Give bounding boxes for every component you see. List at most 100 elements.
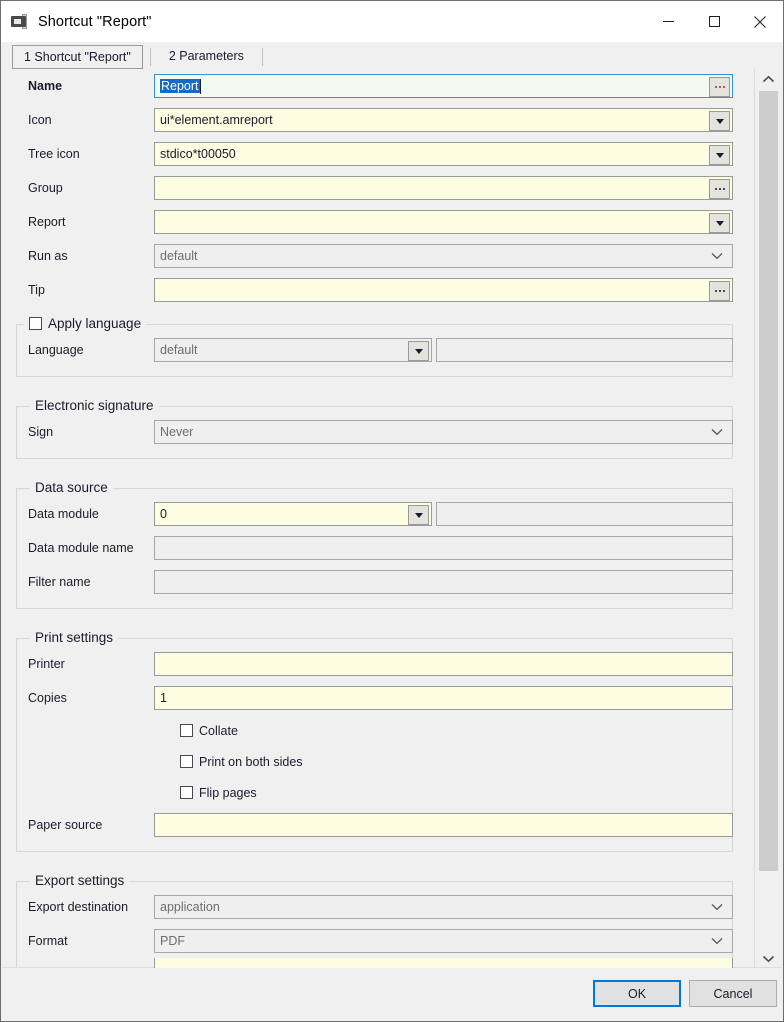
language-extra-input[interactable] <box>436 338 733 362</box>
vertical-scrollbar[interactable] <box>754 69 782 968</box>
field-row-tree-icon: Tree icon stdico*t00050 <box>2 137 755 171</box>
data-module-combo[interactable]: 0 <box>154 502 432 526</box>
export-destination-select[interactable]: application <box>154 895 733 919</box>
chevron-down-icon <box>715 220 724 226</box>
field-row-language: Language default <box>2 333 755 367</box>
icon-dropdown-button[interactable] <box>709 111 730 131</box>
printer-input[interactable] <box>154 652 733 676</box>
field-row-group: Group <box>2 171 755 205</box>
chevron-down-icon <box>715 118 724 124</box>
group-label: Group <box>28 181 63 195</box>
group-browse-button[interactable] <box>709 179 730 199</box>
checkbox-row-collate: Collate <box>2 715 755 746</box>
apply-language-title: Apply language <box>24 316 147 331</box>
collate-checkbox-group[interactable]: Collate <box>180 724 238 738</box>
flip-pages-checkbox-group[interactable]: Flip pages <box>180 786 257 800</box>
data-module-extra-input[interactable] <box>436 502 733 526</box>
run-as-value: default <box>160 249 198 263</box>
print-on-both-sides-label: Print on both sides <box>199 754 303 769</box>
tip-input[interactable] <box>154 278 733 302</box>
cancel-button[interactable]: Cancel <box>689 980 777 1007</box>
chevron-down-icon <box>711 904 723 911</box>
print-on-both-sides-checkbox[interactable] <box>180 755 193 768</box>
title-bar: Shortcut "Report" <box>1 1 783 42</box>
scroll-up-button[interactable] <box>755 69 782 89</box>
run-as-label: Run as <box>28 249 68 263</box>
sign-label: Sign <box>28 425 54 439</box>
name-browse-button[interactable] <box>709 77 730 97</box>
icon-label: Icon <box>28 113 52 127</box>
print-settings-title: Print settings <box>30 630 119 645</box>
group-input[interactable] <box>154 176 733 200</box>
tree-icon-value: stdico*t00050 <box>160 147 236 161</box>
chevron-down-icon <box>711 938 723 945</box>
icon-combo[interactable]: ui*element.amreport <box>154 108 733 132</box>
chevron-down-icon <box>414 348 423 354</box>
format-label: Format <box>28 934 68 948</box>
section-print-settings: Print settings Printer Copies 1 Collate … <box>2 627 755 852</box>
dialog-footer: OK Cancel <box>2 967 782 1020</box>
apply-language-checkbox[interactable] <box>29 317 42 330</box>
data-source-title: Data source <box>30 480 113 495</box>
field-row-data-module: Data module 0 <box>2 497 755 531</box>
tab-label: 1 Shortcut "Report" <box>24 50 131 64</box>
data-module-dropdown-button[interactable] <box>408 505 429 525</box>
window-title: Shortcut "Report" <box>38 13 152 30</box>
language-value: default <box>160 343 198 357</box>
maximize-icon <box>708 16 720 27</box>
field-row-run-as: Run as default <box>2 239 755 273</box>
maximize-button[interactable] <box>691 1 737 42</box>
scroll-down-button[interactable] <box>755 948 782 968</box>
minimize-button[interactable] <box>645 1 691 42</box>
export-settings-title: Export settings <box>30 873 130 888</box>
field-row-clipped <box>2 958 755 968</box>
close-button[interactable] <box>737 1 783 42</box>
flip-pages-label: Flip pages <box>199 785 257 800</box>
sign-select[interactable]: Never <box>154 420 733 444</box>
name-input[interactable]: Report <box>154 74 733 98</box>
paper-source-input[interactable] <box>154 813 733 837</box>
electronic-signature-title: Electronic signature <box>30 398 159 413</box>
chevron-down-icon <box>711 429 723 436</box>
tree-icon-combo[interactable]: stdico*t00050 <box>154 142 733 166</box>
section-data-source: Data source Data module 0 Data module na… <box>2 477 755 609</box>
tab-label: 2 Parameters <box>168 49 244 63</box>
collate-checkbox[interactable] <box>180 724 193 737</box>
filter-name-input[interactable] <box>154 570 733 594</box>
report-dropdown-button[interactable] <box>709 213 730 233</box>
scrollbar-thumb[interactable] <box>759 91 778 871</box>
apply-language-label: Apply language <box>48 316 142 331</box>
section-electronic-signature: Electronic signature Sign Never <box>2 395 755 459</box>
flip-pages-checkbox[interactable] <box>180 786 193 799</box>
field-row-copies: Copies 1 <box>2 681 755 715</box>
language-dropdown-button[interactable] <box>408 341 429 361</box>
tip-label: Tip <box>28 283 45 297</box>
data-module-label: Data module <box>28 507 99 521</box>
ok-button[interactable]: OK <box>593 980 681 1007</box>
run-as-select[interactable]: default <box>154 244 733 268</box>
chevron-down-icon <box>715 152 724 158</box>
export-destination-label: Export destination <box>28 900 129 914</box>
tree-icon-dropdown-button[interactable] <box>709 145 730 165</box>
tab-shortcut-report[interactable]: 1 Shortcut "Report" <box>12 45 143 69</box>
collate-label: Collate <box>199 723 238 738</box>
ok-label: OK <box>627 986 647 1001</box>
general-fields: Name Report Icon ui*element.amreport Tre… <box>2 69 755 307</box>
scroll-up-icon <box>762 75 775 82</box>
data-module-name-input[interactable] <box>154 536 733 560</box>
checkbox-row-flip-pages: Flip pages <box>2 777 755 808</box>
tab-parameters[interactable]: 2 Parameters <box>157 45 255 69</box>
format-select[interactable]: PDF <box>154 929 733 953</box>
copies-input[interactable]: 1 <box>154 686 733 710</box>
both-sides-checkbox-group[interactable]: Print on both sides <box>180 755 303 769</box>
tab-divider <box>261 48 263 66</box>
clipped-input[interactable] <box>154 958 733 968</box>
field-row-tip: Tip <box>2 273 755 307</box>
tab-divider <box>149 48 151 66</box>
field-row-format: Format PDF <box>2 924 755 958</box>
report-combo[interactable] <box>154 210 733 234</box>
chevron-down-icon <box>414 512 423 518</box>
tip-browse-button[interactable] <box>709 281 730 301</box>
language-combo[interactable]: default <box>154 338 432 362</box>
app-icon <box>10 13 30 31</box>
